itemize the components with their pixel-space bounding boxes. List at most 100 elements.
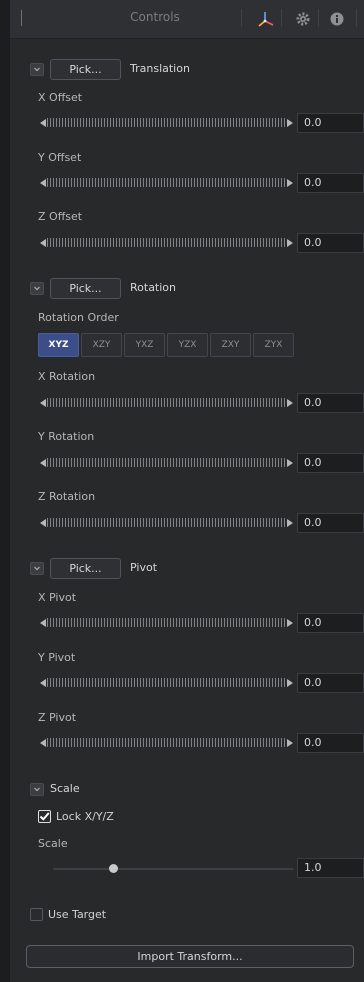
increment-arrow-icon[interactable] xyxy=(287,519,293,527)
header-divider xyxy=(281,9,282,27)
increment-arrow-icon[interactable] xyxy=(287,459,293,467)
controls-panel: Controls Pick... Translation X Offset 0.… xyxy=(10,0,364,982)
y-offset-value[interactable]: 0.0 xyxy=(297,173,364,193)
decrement-arrow-icon[interactable] xyxy=(40,679,46,687)
chevron-down-icon xyxy=(34,787,40,792)
rotation-section-header: Pick... Rotation xyxy=(10,277,364,301)
decrement-arrow-icon[interactable] xyxy=(40,459,46,467)
pivot-pick-button[interactable]: Pick... xyxy=(50,558,121,579)
increment-arrow-icon[interactable] xyxy=(287,679,293,687)
z-rotation-label: Z Rotation xyxy=(38,490,96,503)
slider-track[interactable] xyxy=(47,518,285,527)
transform-axes-icon[interactable] xyxy=(253,6,279,32)
slider-track[interactable] xyxy=(47,118,285,127)
header-divider xyxy=(241,9,242,27)
decrement-arrow-icon[interactable] xyxy=(40,619,46,627)
pivot-collapse-toggle[interactable] xyxy=(30,562,44,575)
x-offset-label: X Offset xyxy=(38,91,83,104)
z-pivot-label: Z Pivot xyxy=(38,711,77,724)
chevron-down-icon xyxy=(34,286,40,291)
scale-section-header: Scale xyxy=(10,778,364,802)
z-offset-value[interactable]: 0.0 xyxy=(297,233,364,253)
use-target-checkbox[interactable] xyxy=(30,908,43,921)
header-divider xyxy=(356,9,357,27)
chevron-down-icon xyxy=(34,67,40,72)
decrement-arrow-icon[interactable] xyxy=(40,519,46,527)
info-icon[interactable] xyxy=(324,6,350,32)
slider-track[interactable] xyxy=(47,398,285,407)
slider-track[interactable] xyxy=(47,618,285,627)
controls-header: Controls xyxy=(10,0,364,39)
y-rotation-label: Y Rotation xyxy=(38,430,95,443)
x-pivot-label: X Pivot xyxy=(38,591,77,604)
x-rotation-label: X Rotation xyxy=(38,370,96,383)
y-offset-label: Y Offset xyxy=(38,151,82,164)
slider-track[interactable] xyxy=(47,678,285,687)
slider-track[interactable] xyxy=(47,178,285,187)
z-offset-slider[interactable]: 0.0 xyxy=(10,233,364,253)
x-pivot-value[interactable]: 0.0 xyxy=(297,613,364,633)
x-rotation-value[interactable]: 0.0 xyxy=(297,393,364,413)
x-pivot-slider[interactable]: 0.0 xyxy=(10,613,364,633)
increment-arrow-icon[interactable] xyxy=(287,399,293,407)
rotation-section-label: Rotation xyxy=(130,281,177,294)
translation-collapse-toggle[interactable] xyxy=(30,63,44,76)
scale-slider-track[interactable] xyxy=(53,868,293,870)
z-rotation-slider[interactable]: 0.0 xyxy=(10,513,364,533)
y-rotation-value[interactable]: 0.0 xyxy=(297,453,364,473)
rotation-order-zyx-button[interactable]: ZYX xyxy=(253,333,294,357)
translation-section-label: Translation xyxy=(130,62,190,75)
scale-value[interactable]: 1.0 xyxy=(297,858,364,878)
z-offset-label: Z Offset xyxy=(38,210,83,223)
x-offset-value[interactable]: 0.0 xyxy=(297,113,364,133)
rotation-order-buttons: XYZ XZY YXZ YZX ZXY ZYX xyxy=(38,333,294,357)
increment-arrow-icon[interactable] xyxy=(287,619,293,627)
increment-arrow-icon[interactable] xyxy=(287,119,293,127)
z-pivot-slider[interactable]: 0.0 xyxy=(10,733,364,753)
y-rotation-slider[interactable]: 0.0 xyxy=(10,453,364,473)
rotation-collapse-toggle[interactable] xyxy=(30,282,44,295)
lock-xyz-label: Lock X/Y/Z xyxy=(56,810,114,823)
slider-track[interactable] xyxy=(47,238,285,247)
decrement-arrow-icon[interactable] xyxy=(40,739,46,747)
pivot-section-header: Pick... Pivot xyxy=(10,557,364,581)
pivot-section-label: Pivot xyxy=(130,561,158,574)
decrement-arrow-icon[interactable] xyxy=(40,399,46,407)
scale-collapse-toggle[interactable] xyxy=(30,783,44,796)
checkmark-icon xyxy=(39,812,50,821)
increment-arrow-icon[interactable] xyxy=(287,179,293,187)
import-transform-button[interactable]: Import Transform... xyxy=(26,945,354,968)
decrement-arrow-icon[interactable] xyxy=(40,119,46,127)
translation-section-header: Pick... Translation xyxy=(10,58,364,82)
use-target-label: Use Target xyxy=(48,908,107,921)
z-pivot-value[interactable]: 0.0 xyxy=(297,733,364,753)
rotation-order-zxy-button[interactable]: ZXY xyxy=(210,333,251,357)
rotation-pick-button[interactable]: Pick... xyxy=(50,278,121,299)
y-pivot-slider[interactable]: 0.0 xyxy=(10,673,364,693)
rotation-order-xzy-button[interactable]: XZY xyxy=(81,333,122,357)
gear-icon[interactable] xyxy=(290,6,316,32)
y-pivot-label: Y Pivot xyxy=(38,651,76,664)
rotation-order-label: Rotation Order xyxy=(38,311,119,324)
lock-xyz-checkbox[interactable] xyxy=(38,810,51,823)
translation-pick-button[interactable]: Pick... xyxy=(50,59,121,80)
increment-arrow-icon[interactable] xyxy=(287,239,293,247)
x-offset-slider[interactable]: 0.0 xyxy=(10,113,364,133)
scale-slider-knob[interactable] xyxy=(108,864,118,873)
y-pivot-value[interactable]: 0.0 xyxy=(297,673,364,693)
scale-section-label: Scale xyxy=(50,782,80,795)
decrement-arrow-icon[interactable] xyxy=(40,179,46,187)
y-offset-slider[interactable]: 0.0 xyxy=(10,173,364,193)
slider-track[interactable] xyxy=(47,458,285,467)
scale-label: Scale xyxy=(38,837,68,850)
increment-arrow-icon[interactable] xyxy=(287,739,293,747)
slider-track[interactable] xyxy=(47,738,285,747)
rotation-order-yzx-button[interactable]: YZX xyxy=(167,333,208,357)
rotation-order-yxz-button[interactable]: YXZ xyxy=(124,333,165,357)
decrement-arrow-icon[interactable] xyxy=(40,239,46,247)
header-divider xyxy=(318,9,319,27)
x-rotation-slider[interactable]: 0.0 xyxy=(10,393,364,413)
chevron-down-icon xyxy=(34,566,40,571)
rotation-order-xyz-button[interactable]: XYZ xyxy=(38,333,79,357)
z-rotation-value[interactable]: 0.0 xyxy=(297,513,364,533)
